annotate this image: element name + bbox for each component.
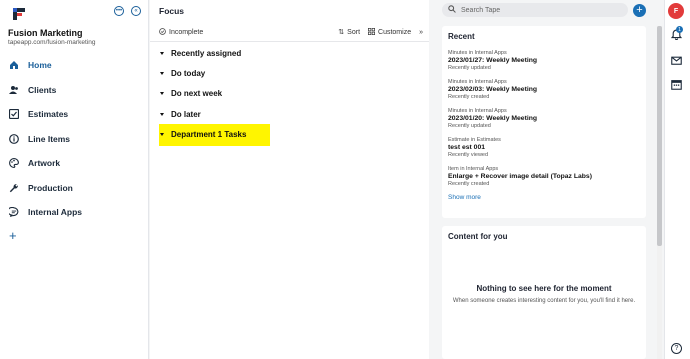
section-label: Do later [171,109,201,119]
list-item[interactable]: Minutes in Internal Apps 2023/02/03: Wee… [448,79,646,100]
section-recently-assigned[interactable]: Recently assigned [160,47,241,59]
sort-button[interactable]: ⇅ Sort [338,28,361,37]
customize-label: Customize [378,28,412,36]
sidebar-item-label: Home [28,60,52,71]
add-app-icon[interactable]: + [9,229,17,242]
sort-icon: ⇅ [338,29,345,36]
recent-item-status: Recently created [448,181,490,187]
help-icon[interactable]: ? [671,343,682,354]
empty-state-subtitle: When someone creates interesting content… [452,298,636,304]
recent-item-title: 2023/01/27: Weekly Meeting [448,57,538,64]
caret-down-icon [160,71,164,75]
content-for-you-title: Content for you [448,232,508,241]
search-placeholder: Search Tape [461,6,501,14]
recent-item-category: Minutes in Internal Apps [448,79,507,85]
focus-toolbar: Incomplete ⇅ Sort Customize » [159,27,423,37]
sort-label: Sort [347,28,361,36]
org-name: Fusion Marketing [8,28,83,38]
caret-down-icon [160,132,164,136]
recent-card: Recent Minutes in Internal Apps 2023/01/… [442,26,646,218]
sidebar-item-label: Internal Apps [28,207,82,218]
create-button[interactable]: + [633,4,646,17]
sidebar-item-clients[interactable]: Clients [0,78,148,103]
divider [150,41,429,42]
section-label: Recently assigned [171,48,242,58]
section-do-later[interactable]: Do later [160,108,201,120]
org-url: tapeapp.com/fusion-marketing [8,39,96,46]
recent-item-category: Minutes in Internal Apps [448,50,507,56]
search-bar[interactable]: Search Tape [442,3,628,17]
sidebar-item-production[interactable]: Production [0,176,148,201]
scrollbar-thumb[interactable] [657,26,662,246]
recent-item-category: Item in Internal Apps [448,166,499,172]
sidebar: ••• « Fusion Marketing tapeapp.com/fusio… [0,0,149,359]
section-do-today[interactable]: Do today [160,67,205,79]
info-icon [9,133,19,144]
collapse-sidebar-icon[interactable]: « [131,6,141,16]
filter-label: Incomplete [169,28,204,36]
recent-item-status: Recently viewed [448,152,489,158]
incomplete-filter[interactable]: Incomplete [159,27,204,37]
wrench-icon [9,183,19,193]
recent-item-title: 2023/02/03: Weekly Meeting [448,86,538,93]
recent-item-status: Recently updated [448,65,491,71]
sidebar-nav: Home Clients Estimates Line Items Artwor… [0,53,148,225]
sidebar-item-label: Estimates [28,109,69,120]
list-item[interactable]: Minutes in Internal Apps 2023/01/20: Wee… [448,108,646,129]
sidebar-item-internal-apps[interactable]: Internal Apps [0,200,148,225]
section-do-next-week[interactable]: Do next week [160,87,222,99]
sidebar-item-artwork[interactable]: Artwork [0,151,148,176]
recent-item-title: test est 001 [448,144,486,151]
recent-item-status: Recently updated [448,123,491,129]
search-icon [448,5,456,15]
notification-badge: 1 [676,26,683,33]
sidebar-item-home[interactable]: Home [0,53,148,78]
recent-item-status: Recently created [448,94,490,100]
list-item[interactable]: Item in Internal Apps Enlarge + Recover … [448,166,646,187]
more-options-icon[interactable]: ••• [114,6,124,16]
sidebar-item-estimates[interactable]: Estimates [0,102,148,127]
section-label: Department 1 Tasks [171,129,247,139]
content-for-you-card: Content for you Nothing to see here for … [442,226,646,359]
avatar[interactable]: F [668,3,684,19]
recent-title: Recent [448,32,475,41]
checklist-icon [9,109,19,120]
caret-down-icon [160,112,164,116]
sidebar-item-line-items[interactable]: Line Items [0,127,148,152]
sidebar-item-label: Production [28,182,73,193]
palette-icon [9,158,19,169]
focus-title: Focus [159,6,185,16]
users-icon [9,85,19,95]
empty-state-title: Nothing to see here for the moment [476,284,612,293]
caret-down-icon [160,51,164,55]
show-more-link[interactable]: Show more [448,194,646,201]
recent-item-category: Minutes in Internal Apps [448,108,507,114]
expand-button[interactable]: » [419,29,423,36]
mail-icon[interactable] [670,54,682,66]
section-label: Do next week [171,88,223,98]
list-item[interactable]: Minutes in Internal Apps 2023/01/27: Wee… [448,50,646,71]
grid-icon [368,27,376,37]
caret-down-icon [160,91,164,95]
focus-panel: Focus Incomplete ⇅ Sort Customize » Rece… [150,0,429,359]
section-department-1-tasks[interactable]: Department 1 Tasks [160,128,246,140]
recent-item-category: Estimate in Estimates [448,137,501,143]
sidebar-item-label: Line Items [28,133,71,144]
sidebar-item-label: Clients [28,84,57,95]
app-logo [13,8,25,20]
customize-button[interactable]: Customize [368,27,412,37]
section-label: Do today [171,68,206,78]
list-item[interactable]: Estimate in Estimates test est 001 Recen… [448,137,646,158]
chevrons-right-icon: » [419,28,423,36]
recent-item-title: Enlarge + Recover image detail (Topaz La… [448,173,592,180]
home-icon [9,60,19,70]
chat-icon [9,207,19,218]
sidebar-item-label: Artwork [28,158,61,169]
recent-item-title: 2023/01/20: Weekly Meeting [448,115,538,122]
check-circle-icon [159,27,166,37]
calendar-icon[interactable] [670,78,682,90]
